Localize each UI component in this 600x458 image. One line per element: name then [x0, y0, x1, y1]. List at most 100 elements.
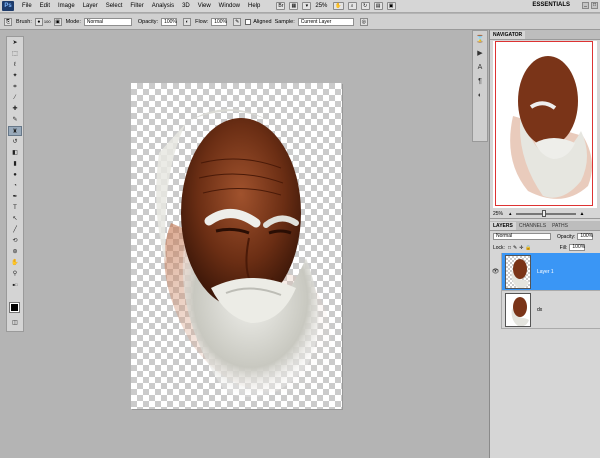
blur-tool-icon[interactable]: ●	[8, 170, 22, 180]
zoom-in-icon[interactable]: ▲	[580, 211, 585, 217]
tab-layers[interactable]: LAYERS	[490, 222, 516, 230]
brush-tool-icon[interactable]: ✎	[8, 115, 22, 125]
layer-name[interactable]: Layer 1	[537, 269, 554, 275]
brush-label: Brush:	[16, 18, 32, 25]
arrange-documents-icon[interactable]: ▤	[373, 2, 383, 10]
menu-filter[interactable]: Filter	[130, 3, 143, 9]
actions-panel-icon[interactable]: ▶	[474, 48, 486, 59]
sample-label: Sample:	[274, 18, 295, 25]
paragraph-panel-icon[interactable]: ¶	[474, 76, 486, 87]
ignore-adjustment-icon[interactable]: ◎	[359, 17, 368, 26]
lasso-tool-icon[interactable]: ℓ	[8, 60, 22, 70]
aligned-checkbox[interactable]	[245, 18, 252, 25]
tools-panel: ➤ ⬚ ℓ ✦ ⌗ ⁄ ✚ ✎ ♜ ↺ ◧ ▮ ● ◔ ✒ T ↖ ╱ ⟲ ⊛ …	[6, 36, 24, 332]
application-bar: Br ▦ ▾ 25% ✋ ⌕ ↻ ▤ ▣	[276, 2, 399, 10]
foreground-color-swatch[interactable]	[9, 302, 20, 313]
document-canvas[interactable]	[131, 83, 342, 409]
layer-name[interactable]: dx	[537, 307, 542, 313]
rotate-view-icon[interactable]: ↻	[360, 2, 370, 10]
layer-row-layer-1[interactable]: 👁 Layer 1	[490, 252, 600, 291]
tab-channels[interactable]: CHANNELS	[516, 222, 549, 230]
clone-source-panel-icon[interactable]: ◐	[474, 90, 486, 101]
hand-tool-icon[interactable]: ✋	[333, 2, 344, 10]
move-tool-icon[interactable]: ➤	[8, 38, 22, 48]
type-tool-icon[interactable]: T	[8, 203, 22, 213]
history-brush-tool-icon[interactable]: ↺	[8, 137, 22, 147]
mode-select[interactable]: Normal	[83, 17, 132, 26]
tab-paths[interactable]: PATHS	[549, 222, 571, 230]
menu-layer[interactable]: Layer	[83, 3, 98, 9]
default-colors-icon[interactable]: ■□	[8, 280, 22, 290]
quick-select-tool-icon[interactable]: ✦	[8, 71, 22, 81]
view-extras-icon[interactable]: ▦	[289, 2, 299, 10]
brush-picker-icon[interactable]: ●	[34, 17, 43, 26]
fill-field[interactable]: 100%	[569, 244, 586, 251]
dodge-tool-icon[interactable]: ◔	[8, 181, 22, 191]
3d-rotate-tool-icon[interactable]: ⟲	[8, 236, 22, 246]
visibility-toggle-empty[interactable]	[490, 290, 502, 329]
path-selection-tool-icon[interactable]: ↖	[8, 214, 22, 224]
bridge-icon[interactable]: Br	[276, 2, 286, 10]
shape-tool-icon[interactable]: ╱	[8, 225, 22, 235]
lock-label: Lock:	[493, 244, 505, 251]
zoom-tool-icon[interactable]: ⌕	[347, 2, 357, 10]
gradient-tool-icon[interactable]: ▮	[8, 159, 22, 169]
character-panel-icon[interactable]: A	[474, 62, 486, 73]
lock-position-icon[interactable]: ✛	[519, 245, 523, 251]
screen-mode-icon[interactable]: ▣	[386, 2, 396, 10]
eraser-tool-icon[interactable]: ◧	[8, 148, 22, 158]
maximize-icon[interactable]: □	[591, 2, 598, 9]
navigator-zoom-knob[interactable]	[541, 209, 546, 217]
zoom-tool-icon[interactable]: ⚲	[8, 269, 22, 279]
navigator-preview[interactable]	[493, 41, 597, 208]
menu-select[interactable]: Select	[106, 3, 123, 9]
navigator-zoom-value[interactable]: 25%	[493, 211, 503, 217]
crop-tool-icon[interactable]: ⌗	[8, 82, 22, 92]
menu-image[interactable]: Image	[58, 3, 75, 9]
minimize-icon[interactable]: _	[582, 2, 589, 9]
layers-tabs: LAYERS CHANNELS PATHS	[490, 221, 600, 231]
airbrush-icon[interactable]: ✎	[233, 17, 242, 26]
flow-field[interactable]: 100%	[211, 17, 228, 26]
menu-file[interactable]: File	[22, 3, 32, 9]
layer-opacity-field[interactable]: 100%	[577, 233, 594, 240]
layer-row-dx[interactable]: dx	[490, 290, 600, 329]
flow-label: Flow:	[195, 18, 209, 25]
menu-view[interactable]: View	[198, 3, 211, 9]
history-panel-icon[interactable]: ⌛	[474, 34, 486, 45]
sample-select[interactable]: Current Layer	[297, 17, 354, 26]
clone-stamp-preset-icon[interactable]: ⎘	[4, 17, 12, 26]
clone-source-icon[interactable]: ▣	[53, 17, 62, 26]
visibility-eye-icon[interactable]: 👁	[490, 252, 502, 291]
navigator-zoom-slider[interactable]	[515, 209, 576, 217]
marquee-tool-icon[interactable]: ⬚	[8, 49, 22, 59]
zoom-level[interactable]: 25%	[315, 3, 327, 9]
hand-tool-icon[interactable]: ✋	[8, 258, 22, 268]
healing-brush-tool-icon[interactable]: ✚	[8, 104, 22, 114]
3d-orbit-tool-icon[interactable]: ⊛	[8, 247, 22, 257]
tab-navigator[interactable]: NAVIGATOR	[490, 31, 526, 39]
quick-mask-icon[interactable]: ◫	[8, 318, 22, 328]
window-controls: _ □	[580, 2, 598, 9]
clone-stamp-tool-icon[interactable]: ♜	[8, 126, 22, 136]
pen-tool-icon[interactable]: ✒	[8, 192, 22, 202]
menu-window[interactable]: Window	[219, 3, 240, 9]
eyedropper-tool-icon[interactable]: ⁄	[8, 93, 22, 103]
menu-analysis[interactable]: Analysis	[152, 3, 174, 9]
menu-help[interactable]: Help	[248, 3, 260, 9]
zoom-out-icon[interactable]: ▴	[509, 211, 512, 217]
portrait-image	[156, 109, 332, 398]
zoom-dropdown-icon[interactable]: ▾	[302, 2, 312, 10]
workspace-switcher[interactable]: ESSENTIALS	[532, 2, 570, 8]
lock-all-icon[interactable]: 🔒	[525, 245, 531, 251]
menu-edit[interactable]: Edit	[40, 3, 50, 9]
lock-transparency-icon[interactable]: □	[508, 245, 511, 251]
lock-pixels-icon[interactable]: ✎	[513, 245, 517, 251]
opacity-field[interactable]: 100%	[161, 17, 178, 26]
blend-mode-select[interactable]: Normal	[493, 233, 551, 240]
tablet-pressure-icon[interactable]: ◐	[183, 17, 192, 26]
navigator-view-frame[interactable]	[495, 41, 593, 206]
layer-thumbnail-image	[511, 258, 529, 288]
menu-3d[interactable]: 3D	[182, 3, 190, 9]
menu-list: File Edit Image Layer Select Filter Anal…	[22, 3, 268, 9]
